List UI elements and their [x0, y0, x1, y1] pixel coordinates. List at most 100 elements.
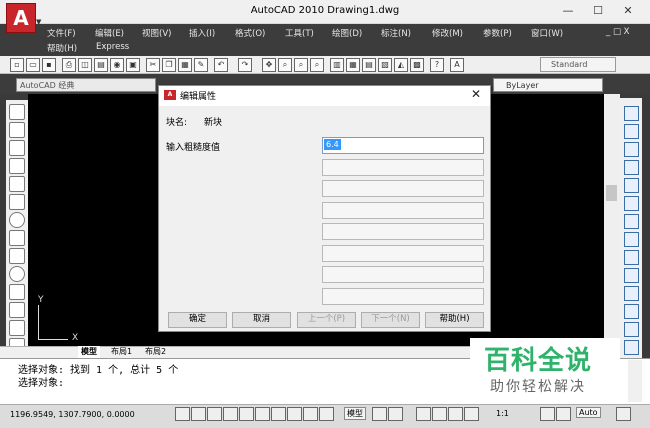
steering-wheel-icon[interactable] [448, 407, 463, 421]
polygon-icon[interactable] [9, 158, 25, 174]
match-properties-icon[interactable]: ✎ [194, 58, 208, 72]
workspace-switch-button[interactable]: Auto [576, 407, 601, 418]
chevron-down-icon[interactable]: ▼ [36, 18, 41, 26]
break-icon[interactable] [624, 304, 639, 319]
move-icon[interactable] [624, 196, 639, 211]
copy-icon[interactable]: ❐ [162, 58, 176, 72]
print-icon[interactable]: ⎙ [62, 58, 76, 72]
trim-icon[interactable] [624, 268, 639, 283]
zoom-previous-icon[interactable]: ⌕ [310, 58, 324, 72]
layout-view2-icon[interactable] [388, 407, 403, 421]
pan-status-icon[interactable] [416, 407, 431, 421]
preview-icon[interactable]: ◫ [78, 58, 92, 72]
text-style-select[interactable]: Standard [540, 57, 616, 72]
quickcalc-icon[interactable]: ▩ [410, 58, 424, 72]
tab-layout1[interactable]: 布局1 [108, 346, 135, 358]
menu-file[interactable]: 文件(F) [47, 27, 76, 39]
menu-modify[interactable]: 修改(M) [432, 27, 463, 39]
otrack-icon[interactable] [255, 407, 270, 421]
chamfer-icon[interactable] [624, 340, 639, 355]
construction-line-icon[interactable] [9, 122, 25, 138]
minimize-button[interactable]: — [554, 2, 582, 20]
snap-icon[interactable] [175, 407, 190, 421]
redo-icon[interactable]: ↷ [238, 58, 252, 72]
model-space-button[interactable]: 模型 [344, 407, 366, 420]
ortho-icon[interactable] [207, 407, 222, 421]
auto-scale-icon[interactable] [556, 407, 571, 421]
paste-icon[interactable]: ▦ [178, 58, 192, 72]
arc-icon[interactable] [9, 194, 25, 210]
markup-icon[interactable]: ◭ [394, 58, 408, 72]
publish-icon[interactable]: ▤ [94, 58, 108, 72]
scrollbar-thumb[interactable] [606, 185, 617, 201]
menu-format[interactable]: 格式(O) [235, 27, 265, 39]
coordinates-readout[interactable]: 1196.9549, 1307.7900, 0.0000 [10, 410, 135, 419]
revcloud-icon[interactable] [9, 230, 25, 246]
sheet-set-icon[interactable]: ▧ [378, 58, 392, 72]
workspace-select[interactable]: AutoCAD 经典 [16, 78, 156, 92]
text-style-icon[interactable]: A [450, 58, 464, 72]
grid-icon[interactable] [191, 407, 206, 421]
polar-icon[interactable] [223, 407, 238, 421]
tool-palettes-icon[interactable]: ▤ [362, 58, 376, 72]
menu-help[interactable]: 帮助(H) [47, 42, 77, 54]
menu-tools[interactable]: 工具(T) [285, 27, 314, 39]
menu-edit[interactable]: 编辑(E) [95, 27, 124, 39]
undo-icon[interactable]: ↶ [214, 58, 228, 72]
menu-parametric[interactable]: 参数(P) [483, 27, 512, 39]
dyn-icon[interactable] [287, 407, 302, 421]
menu-window[interactable]: 窗口(W) [531, 27, 563, 39]
polyline-icon[interactable] [9, 140, 25, 156]
save-icon[interactable]: ▪ [42, 58, 56, 72]
ok-button[interactable]: 确定 [168, 312, 227, 328]
ducs-icon[interactable] [271, 407, 286, 421]
tab-model[interactable]: 模型 [78, 346, 100, 358]
ellipse-arc-icon[interactable] [9, 284, 25, 300]
extend-icon[interactable] [624, 286, 639, 301]
command-scrollbar[interactable] [628, 360, 642, 402]
circle-icon[interactable] [9, 212, 25, 228]
design-center-icon[interactable]: ▦ [346, 58, 360, 72]
osnap-icon[interactable] [239, 407, 254, 421]
application-menu-button[interactable]: A [6, 3, 36, 33]
cut-icon[interactable]: ✂ [146, 58, 160, 72]
help-button[interactable]: 帮助(H) [425, 312, 484, 328]
menu-express[interactable]: Express [96, 42, 129, 52]
scale-icon[interactable] [624, 232, 639, 247]
menu-dimension[interactable]: 标注(N) [381, 27, 411, 39]
properties-icon[interactable]: ▥ [330, 58, 344, 72]
plot-icon[interactable]: ◉ [110, 58, 124, 72]
mirror-icon[interactable] [624, 142, 639, 157]
menu-draw[interactable]: 绘图(D) [332, 27, 362, 39]
cancel-button[interactable]: 取消 [232, 312, 291, 328]
showmotion-icon[interactable] [464, 407, 479, 421]
rotate-icon[interactable] [624, 214, 639, 229]
batch-icon[interactable]: ▣ [126, 58, 140, 72]
stretch-icon[interactable] [624, 250, 639, 265]
drawing-window-controls[interactable]: _ □ X [606, 27, 630, 37]
lineweight-icon[interactable] [303, 407, 318, 421]
help-icon[interactable]: ? [430, 58, 444, 72]
open-icon[interactable]: ▭ [26, 58, 40, 72]
copy-object-icon[interactable] [624, 124, 639, 139]
rectangle-icon[interactable] [9, 176, 25, 192]
zoom-window-icon[interactable]: ⌕ [294, 58, 308, 72]
spline-icon[interactable] [9, 248, 25, 264]
make-block-icon[interactable] [9, 320, 25, 336]
line-icon[interactable] [9, 104, 25, 120]
layout-view-icon[interactable] [372, 407, 387, 421]
close-icon[interactable]: ✕ [471, 87, 481, 101]
close-window-button[interactable]: ✕ [614, 2, 642, 20]
maximize-button[interactable]: ☐ [584, 2, 612, 20]
insert-block-icon[interactable] [9, 302, 25, 318]
menu-view[interactable]: 视图(V) [142, 27, 171, 39]
vertical-scrollbar[interactable] [604, 94, 620, 346]
ellipse-icon[interactable] [9, 266, 25, 282]
layer-select[interactable]: ByLayer [493, 78, 603, 92]
annotation-visibility-icon[interactable] [540, 407, 555, 421]
offset-icon[interactable] [624, 160, 639, 175]
new-icon[interactable]: ▫ [10, 58, 24, 72]
array-icon[interactable] [624, 178, 639, 193]
erase-icon[interactable] [624, 106, 639, 121]
quick-properties-icon[interactable] [319, 407, 334, 421]
